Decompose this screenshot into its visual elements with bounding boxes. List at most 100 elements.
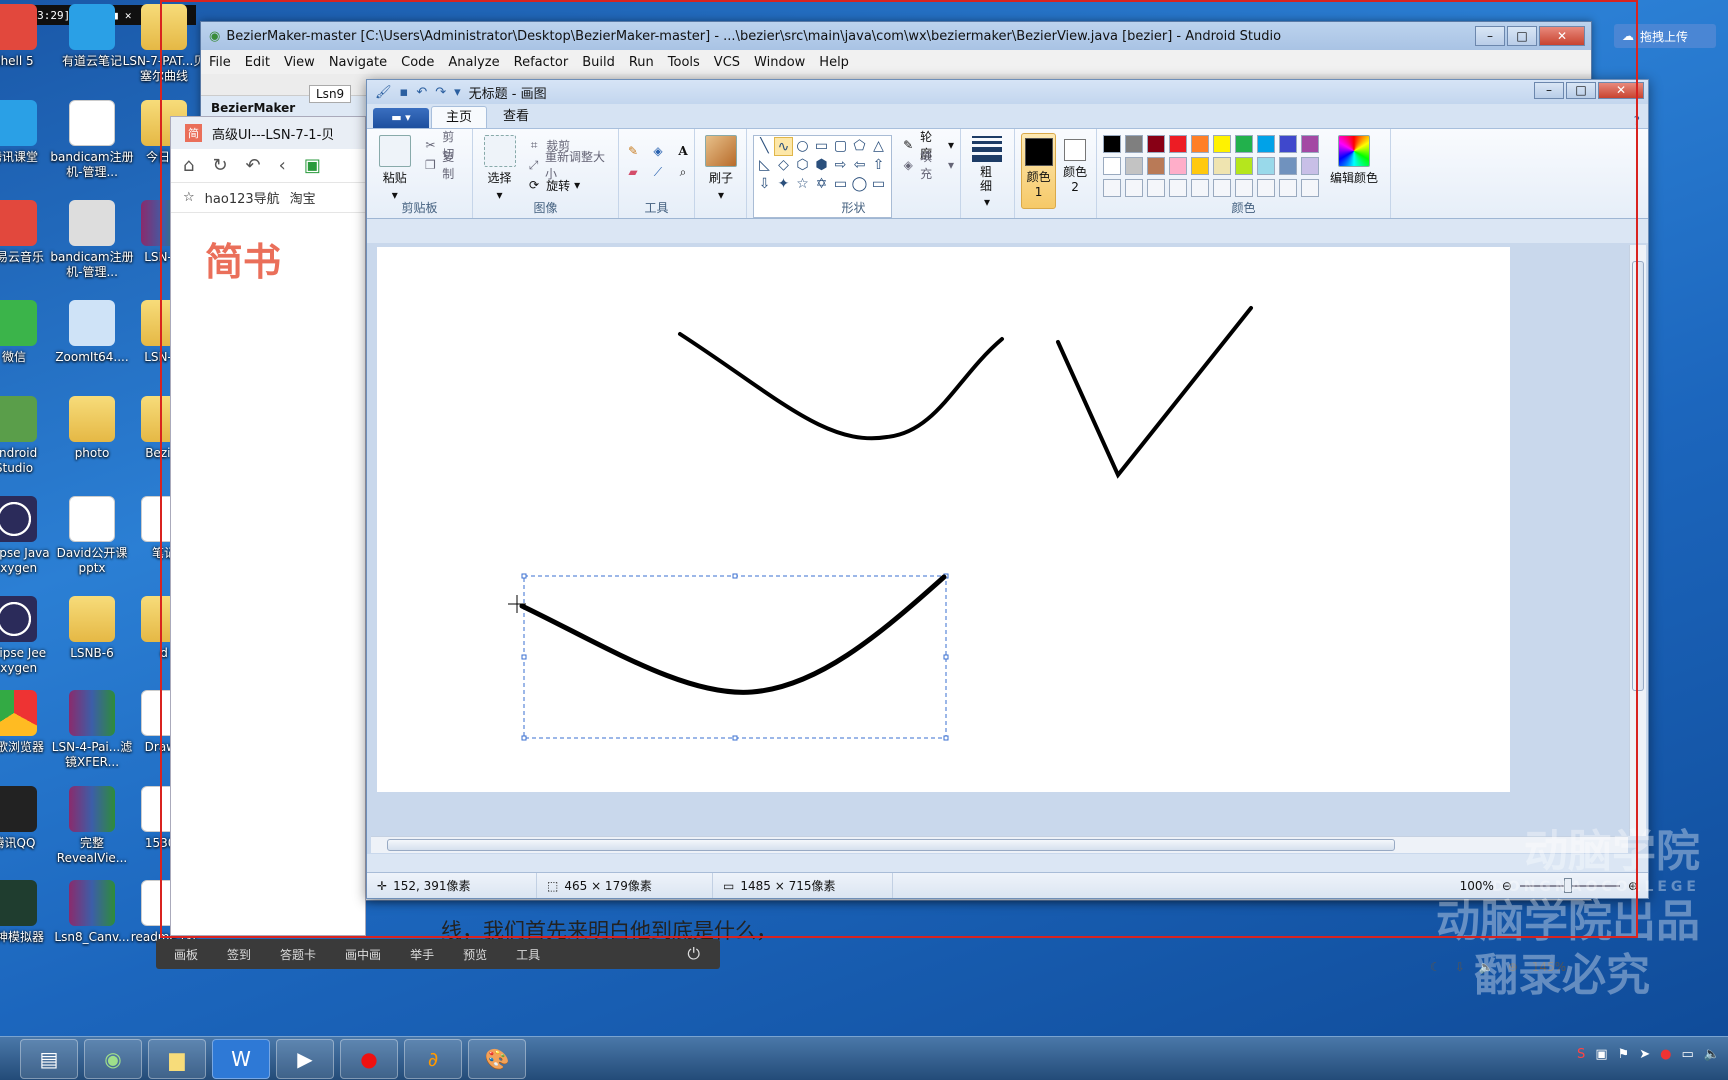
tray-chat-icon[interactable]: ▣ [1595, 1047, 1607, 1062]
desktop-icon[interactable]: 谷歌浏览器 [0, 690, 56, 755]
power-icon[interactable]: ⏻ [687, 944, 700, 964]
taskbar-android-studio-icon[interactable]: ◉ [84, 1038, 142, 1079]
tab-home[interactable]: 主页 [431, 106, 488, 128]
desktop-icon[interactable]: 微信 [0, 300, 56, 365]
toolbar-item[interactable]: 预览 [463, 946, 487, 963]
palette-color-swatch[interactable] [1147, 179, 1165, 197]
paint-title-bar[interactable]: 🖌 ▪ ↶ ↷ ▾ 无标题 - 画图 – □ ✕ [367, 80, 1648, 104]
menu-item-navigate[interactable]: Navigate [329, 55, 387, 70]
vertical-scrollbar[interactable] [1629, 245, 1646, 836]
close-button[interactable]: ✕ [1539, 26, 1585, 46]
palette-color-swatch[interactable] [1125, 157, 1143, 175]
palette-color-swatch[interactable] [1213, 135, 1231, 153]
palette-color-swatch[interactable] [1191, 179, 1209, 197]
file-tab[interactable]: Lsn9 [309, 85, 352, 103]
menu-item-vcs[interactable]: VCS [714, 55, 740, 70]
palette-color-swatch[interactable] [1125, 135, 1143, 153]
palette-color-swatch[interactable] [1257, 135, 1275, 153]
desktop-icon[interactable]: LSN-7-PAT...贝塞尔曲线 [122, 4, 206, 84]
menu-item-window[interactable]: Window [754, 55, 805, 70]
tray-send-icon[interactable]: ➤ [1639, 1047, 1650, 1062]
taskbar-record-icon[interactable]: ● [340, 1038, 398, 1079]
eraser-icon[interactable]: ▰ [625, 164, 641, 180]
triangle-shape-icon[interactable]: △ [869, 137, 888, 156]
cloud-upload-button[interactable]: ☁ 拖拽上传 [1614, 24, 1716, 48]
rounded-callout-shape-icon[interactable]: ▭ [831, 175, 850, 194]
palette-color-swatch[interactable] [1235, 135, 1253, 153]
palette-color-swatch[interactable] [1213, 179, 1231, 197]
size-button[interactable]: 粗细 ▾ [967, 135, 1007, 209]
drawing-canvas[interactable] [377, 247, 1510, 792]
taskbar-paint-icon[interactable]: 🎨 [468, 1038, 526, 1079]
sogou-icon[interactable]: S [1577, 1047, 1585, 1062]
horizontal-scroll-thumb[interactable] [387, 839, 1395, 851]
undo-icon[interactable]: ↶ [416, 85, 427, 100]
palette-color-swatch[interactable] [1147, 135, 1165, 153]
palette-color-swatch[interactable] [1301, 157, 1319, 175]
menu-item-tools[interactable]: Tools [668, 55, 700, 70]
toolbar-item[interactable]: 画板 [174, 946, 198, 963]
network-icon[interactable]: ▭ [1682, 1047, 1694, 1062]
maximize-button[interactable]: □ [1566, 82, 1596, 99]
menu-item-help[interactable]: Help [819, 55, 849, 70]
selection-handle-sw[interactable] [521, 735, 527, 741]
help-icon[interactable]: ? [1634, 114, 1640, 128]
taskbar-tencent-class-icon[interactable]: ▶ [276, 1038, 334, 1079]
palette-color-swatch[interactable] [1279, 157, 1297, 175]
menu-item-code[interactable]: Code [401, 55, 434, 70]
menu-item-edit[interactable]: Edit [245, 55, 270, 70]
undo-icon[interactable]: ↶ [246, 155, 261, 176]
palette-color-swatch[interactable] [1103, 157, 1121, 175]
menu-item-view[interactable]: View [284, 55, 315, 70]
taskbar-folder-icon[interactable]: ▆ [148, 1038, 206, 1079]
close-button[interactable]: ✕ [1598, 82, 1644, 99]
palette-color-swatch[interactable] [1257, 179, 1275, 197]
right-arrow-shape-icon[interactable]: ⇨ [831, 156, 850, 175]
palette-color-swatch[interactable] [1235, 157, 1253, 175]
pentagon-shape-icon[interactable]: ⬡ [793, 156, 812, 175]
palette-color-swatch[interactable] [1279, 135, 1297, 153]
toolbar-item[interactable]: 工具 [516, 946, 540, 963]
selection-handle-se[interactable] [943, 735, 949, 741]
refresh-icon[interactable]: ↻ [212, 155, 227, 176]
five-point-star-shape-icon[interactable]: ☆ [793, 175, 812, 194]
selection-handle-nw[interactable] [521, 573, 527, 579]
selection-rectangle[interactable] [523, 575, 947, 739]
as-title-bar[interactable]: ◉ BezierMaker-master [C:\Users\Administr… [201, 22, 1591, 50]
palette-color-swatch[interactable] [1125, 179, 1143, 197]
minimize-button[interactable]: – [1534, 82, 1564, 99]
menu-item-refactor[interactable]: Refactor [514, 55, 569, 70]
palette-color-swatch[interactable] [1169, 157, 1187, 175]
bookmark-hao123[interactable]: hao123导航 [205, 188, 280, 207]
diamond-shape-icon[interactable]: ◇ [774, 156, 793, 175]
redo-icon[interactable]: ↷ [435, 85, 446, 100]
menu-item-build[interactable]: Build [582, 55, 615, 70]
selection-handle-w[interactable] [521, 654, 527, 660]
bookmark-taobao[interactable]: 淘宝 [290, 188, 316, 207]
cloud-callout-shape-icon[interactable]: ▭ [869, 175, 888, 194]
down-arrow-shape-icon[interactable]: ⇩ [755, 175, 774, 194]
palette-color-swatch[interactable] [1301, 179, 1319, 197]
back-icon[interactable]: ‹ [279, 155, 286, 176]
paint-window[interactable]: 🖌 ▪ ↶ ↷ ▾ 无标题 - 画图 – □ ✕ ▬ ▾ 主页 查看 ? 粘贴 … [366, 79, 1649, 899]
palette-color-swatch[interactable] [1301, 135, 1319, 153]
palette-color-swatch[interactable] [1279, 179, 1297, 197]
taskbar-explorer-icon[interactable]: ▤ [20, 1038, 78, 1079]
brush-button[interactable]: 刷子 ▾ [701, 135, 741, 202]
magnifier-icon[interactable]: ⌕ [675, 164, 691, 180]
up-arrow-shape-icon[interactable]: ⇧ [869, 156, 888, 175]
toolbar-item[interactable]: 答题卡 [280, 946, 316, 963]
oval-callout-shape-icon[interactable]: ◯ [850, 175, 869, 194]
palette-color-swatch[interactable] [1191, 135, 1209, 153]
left-arrow-shape-icon[interactable]: ⇦ [850, 156, 869, 175]
palette-color-swatch[interactable] [1257, 157, 1275, 175]
dropdown-icon[interactable]: ▾ [454, 85, 461, 100]
color-picker-icon[interactable]: ⟋ [650, 164, 666, 180]
text-icon[interactable]: A [675, 143, 691, 159]
selection-handle-e[interactable] [943, 654, 949, 660]
polygon-shape-icon[interactable]: ⬠ [850, 137, 869, 156]
fill-button[interactable]: ◈ 填充 ▾ [900, 150, 954, 181]
tab-view[interactable]: 查看 [489, 106, 543, 128]
six-point-star-shape-icon[interactable]: ✡ [812, 175, 831, 194]
desktop-icon[interactable]: shell 5 [0, 4, 56, 69]
